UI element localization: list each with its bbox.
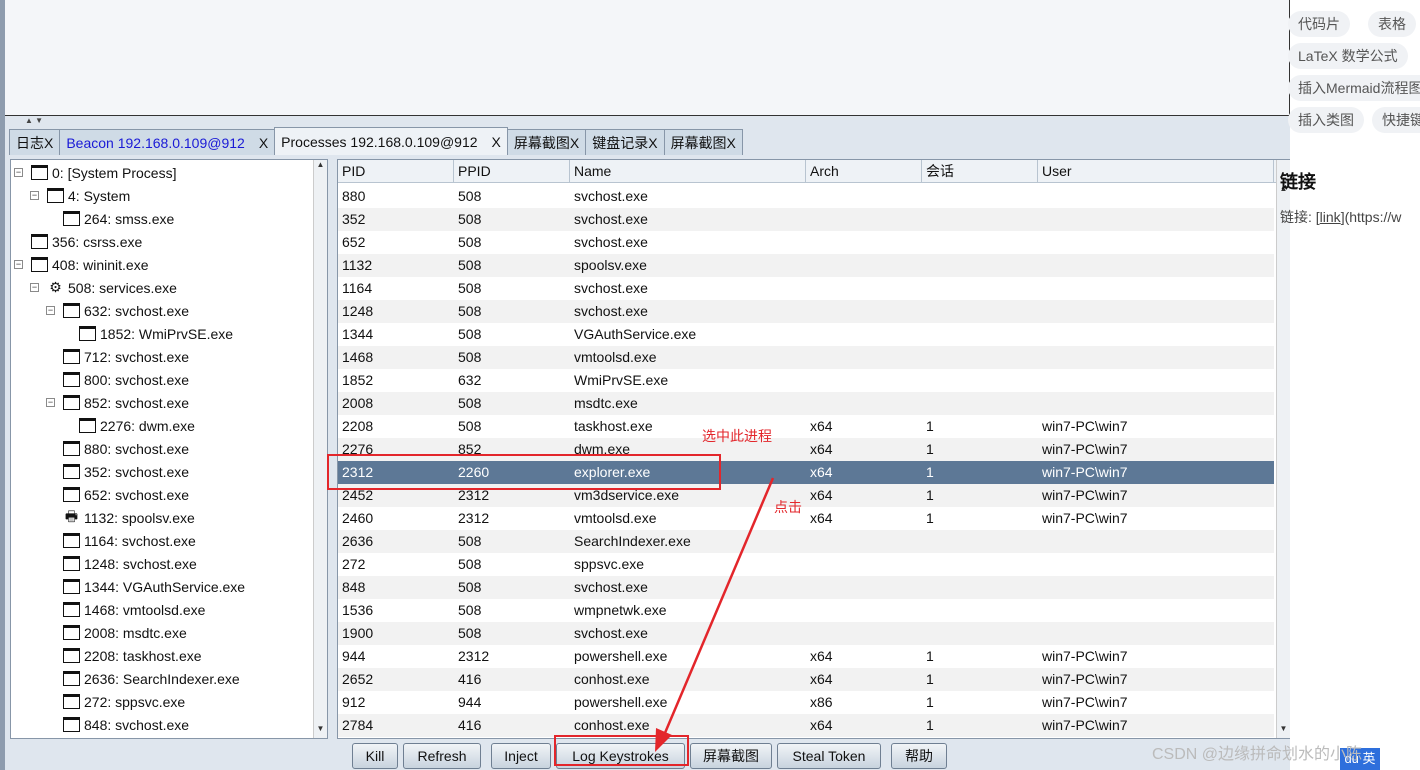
chip-shortcuts[interactable]: 快捷键 (1372, 107, 1420, 133)
chip-table[interactable]: 表格 (1368, 11, 1416, 37)
link-text[interactable]: link (1320, 209, 1341, 225)
chip-code[interactable]: 代码片 (1288, 11, 1350, 37)
chip-class-diagram[interactable]: 插入类图 (1288, 107, 1364, 133)
chip-latex[interactable]: LaTeX 数学公式 (1288, 43, 1408, 69)
watermark: CSDN @边缘拼命划水的小陈 (1152, 746, 1363, 763)
annotation-arrow (655, 477, 775, 752)
csdn-editor-panel: 代码片 表格 LaTeX 数学公式 插入Mermaid流程图 插入类图 快捷键 … (1280, 0, 1420, 770)
link-prefix: 链接: [ (1280, 209, 1320, 225)
editor-heading: 链接 (1280, 172, 1316, 192)
link-suffix: ](https://w (1340, 209, 1402, 225)
chip-mermaid[interactable]: 插入Mermaid流程图 (1288, 75, 1420, 101)
editor-link-line: 链接: [link](https://w (1280, 207, 1401, 227)
